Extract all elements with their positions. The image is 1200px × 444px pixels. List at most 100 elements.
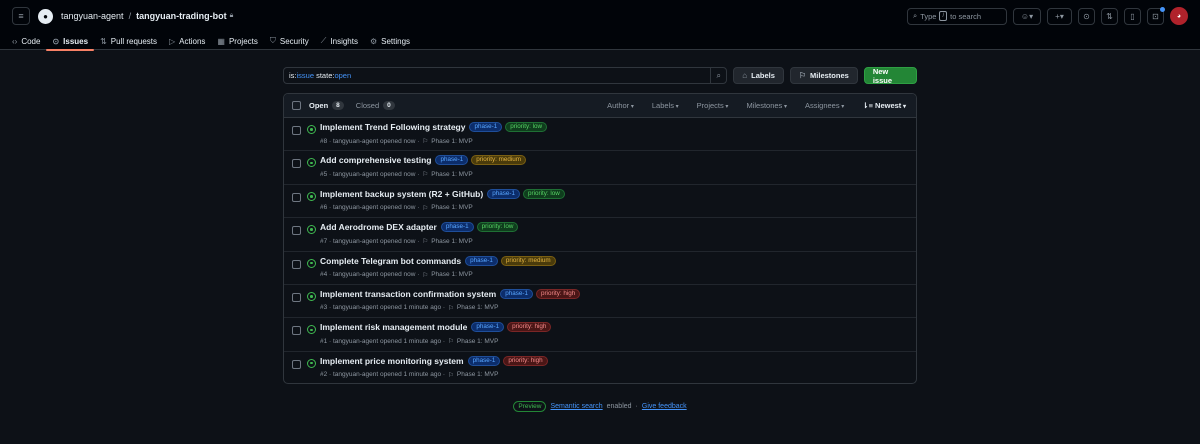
issue-title-link[interactable]: Complete Telegram bot commands — [320, 256, 461, 266]
select-all-checkbox[interactable] — [292, 101, 301, 110]
issue-label[interactable]: priority: low — [505, 122, 548, 132]
issue-milestone[interactable]: Phase 1: MVP — [457, 338, 499, 345]
repositories-button[interactable]: ▯ — [1124, 7, 1141, 25]
issue-milestone[interactable]: Phase 1: MVP — [431, 238, 473, 245]
tab-projects[interactable]: ▦ Projects — [211, 32, 263, 50]
closed-label: Closed — [355, 101, 380, 110]
tab-projects-label: Projects — [228, 36, 258, 46]
pull-requests-button[interactable]: ⇅ — [1101, 7, 1118, 25]
issue-title-link[interactable]: Add Aerodrome DEX adapter — [320, 222, 437, 232]
assignees-filter[interactable]: Assignees — [805, 101, 844, 110]
issue-filter-bar: is: issue state: open ⌕ ⌂ Labels ⚐ Milestone… — [283, 67, 917, 85]
issue-checkbox[interactable] — [292, 226, 301, 236]
issue-row[interactable]: Add Aerodrome DEX adapter phase-1 priority… — [284, 218, 916, 252]
issue-label[interactable]: phase-1 — [471, 322, 505, 333]
issue-label[interactable]: phase-1 — [465, 255, 498, 266]
preview-badge: Preview — [513, 401, 547, 412]
create-new-button[interactable]: + ▾ — [1047, 7, 1072, 25]
projects-filter[interactable]: Projects — [697, 101, 729, 110]
milestones-button[interactable]: ⚐ Milestones — [789, 67, 858, 84]
breadcrumb-separator: / — [128, 11, 132, 21]
issue-label[interactable]: phase-1 — [467, 355, 501, 366]
issue-label[interactable]: priority: high — [503, 355, 548, 366]
issue-checkbox[interactable] — [292, 326, 301, 336]
issue-title-link[interactable]: Implement backup system (R2 + GitHub) — [320, 189, 483, 199]
hamburger-menu-icon[interactable]: ≡ — [12, 7, 30, 25]
issue-label[interactable]: priority: medium — [500, 255, 556, 266]
issue-checkbox[interactable] — [292, 126, 301, 135]
issue-row[interactable]: Implement backup system (R2 + GitHub) pha… — [284, 185, 916, 219]
issue-label[interactable]: priority: medium — [471, 155, 527, 166]
issue-checkbox[interactable] — [292, 192, 301, 202]
copilot-menu-button[interactable]: ☺ ▾ — [1013, 7, 1041, 25]
issue-label[interactable]: phase-1 — [440, 222, 474, 233]
labels-filter[interactable]: Labels — [652, 101, 679, 110]
issue-checkbox[interactable] — [292, 359, 301, 369]
inbox-icon: ⊡ — [1152, 11, 1159, 21]
query-value-issue: issue — [296, 71, 315, 80]
issue-row[interactable]: Implement Trend Following strategy phase-… — [284, 118, 916, 152]
issue-milestone[interactable]: Phase 1: MVP — [431, 171, 473, 178]
issue-checkbox[interactable] — [292, 159, 301, 169]
issue-milestone[interactable]: Phase 1: MVP — [431, 271, 473, 278]
labels-button-label: Labels — [751, 71, 775, 80]
top-navigation: ≡ ● tangyuan-agent / tangyuan-trading-bo… — [0, 0, 1200, 51]
tab-issues[interactable]: ⊙ Issues — [46, 32, 94, 51]
issue-row[interactable]: Implement transaction confirmation syste… — [284, 285, 916, 319]
issue-row[interactable]: Implement risk management module phase-1 p… — [284, 318, 916, 352]
issue-checkbox[interactable] — [292, 259, 301, 269]
give-feedback-link[interactable]: Give feedback — [642, 403, 687, 410]
issue-label[interactable]: phase-1 — [487, 188, 520, 199]
issue-label[interactable]: priority: low — [476, 222, 519, 233]
issue-title-link[interactable]: Add comprehensive testing — [320, 155, 431, 165]
issue-title-line: Implement Trend Following strategy phase-… — [320, 122, 548, 132]
issue-title-link[interactable]: Implement transaction confirmation syste… — [320, 289, 496, 299]
issue-checkbox[interactable] — [292, 292, 301, 302]
tab-actions[interactable]: ▷ Actions — [163, 32, 211, 50]
issue-milestone[interactable]: Phase 1: MVP — [457, 371, 499, 378]
author-filter[interactable]: Author — [607, 101, 634, 110]
breadcrumb-owner[interactable]: tangyuan-agent — [61, 11, 124, 21]
issue-milestone[interactable]: Phase 1: MVP — [431, 204, 473, 211]
github-logo-icon[interactable]: ● — [38, 8, 53, 24]
tab-pull-requests[interactable]: ⇅ Pull requests — [94, 32, 163, 50]
breadcrumb-repo[interactable]: tangyuan-trading-bot — [136, 11, 227, 21]
user-avatar[interactable]: ◕ — [1170, 7, 1188, 25]
issue-milestone[interactable]: Phase 1: MVP — [431, 138, 473, 145]
tab-security[interactable]: ⛉ Security — [264, 32, 315, 50]
tab-code[interactable]: ‹› Code — [6, 32, 46, 50]
issue-label[interactable]: phase-1 — [500, 288, 533, 299]
issue-open-icon — [307, 325, 316, 335]
issues-button[interactable]: ⊙ — [1078, 7, 1095, 25]
open-filter-tab[interactable]: Open 8 — [309, 101, 344, 110]
issue-milestone[interactable]: Phase 1: MVP — [457, 304, 499, 311]
issue-title-line: Implement price monitoring system phase-1… — [320, 355, 548, 366]
tab-code-label: Code — [21, 36, 41, 46]
issue-row[interactable]: Add comprehensive testing phase-1 priority… — [284, 151, 916, 185]
closed-filter-tab[interactable]: Closed 0 — [356, 101, 395, 110]
tab-insights[interactable]: ⟋ Insights — [315, 32, 364, 50]
issue-title-link[interactable]: Implement risk management module — [320, 322, 467, 332]
tab-insights-label: Insights — [330, 36, 358, 46]
issue-label[interactable]: priority: low — [522, 188, 565, 199]
issue-label[interactable]: phase-1 — [435, 155, 469, 166]
search-icon[interactable]: ⌕ — [710, 68, 726, 83]
new-issue-button[interactable]: New issue — [863, 67, 917, 85]
issue-label[interactable]: priority: high — [507, 322, 552, 333]
issue-label[interactable]: priority: high — [535, 288, 581, 299]
tab-settings[interactable]: ⚙ Settings — [364, 32, 416, 50]
code-icon: ‹› — [12, 36, 18, 46]
issue-search-input[interactable]: is: issue state: open ⌕ — [283, 67, 728, 84]
issue-title-link[interactable]: Implement price monitoring system — [320, 356, 464, 366]
milestones-filter[interactable]: Milestones — [746, 101, 787, 110]
issue-label[interactable]: phase-1 — [469, 122, 503, 132]
inbox-button[interactable]: ⊡ — [1147, 6, 1165, 25]
issue-row[interactable]: Complete Telegram bot commands phase-1 pri… — [284, 252, 916, 285]
issue-title-link[interactable]: Implement Trend Following strategy — [320, 122, 465, 132]
global-search-input[interactable]: ⌕ Type / to search — [907, 7, 1007, 25]
sort-dropdown[interactable]: ⇂≡ Newest — [862, 101, 906, 110]
labels-button[interactable]: ⌂ Labels — [733, 67, 784, 84]
issue-row[interactable]: Implement price monitoring system phase-1… — [284, 352, 916, 383]
semantic-search-link[interactable]: Semantic search — [550, 403, 602, 410]
gear-icon: ⚙ — [369, 36, 378, 46]
